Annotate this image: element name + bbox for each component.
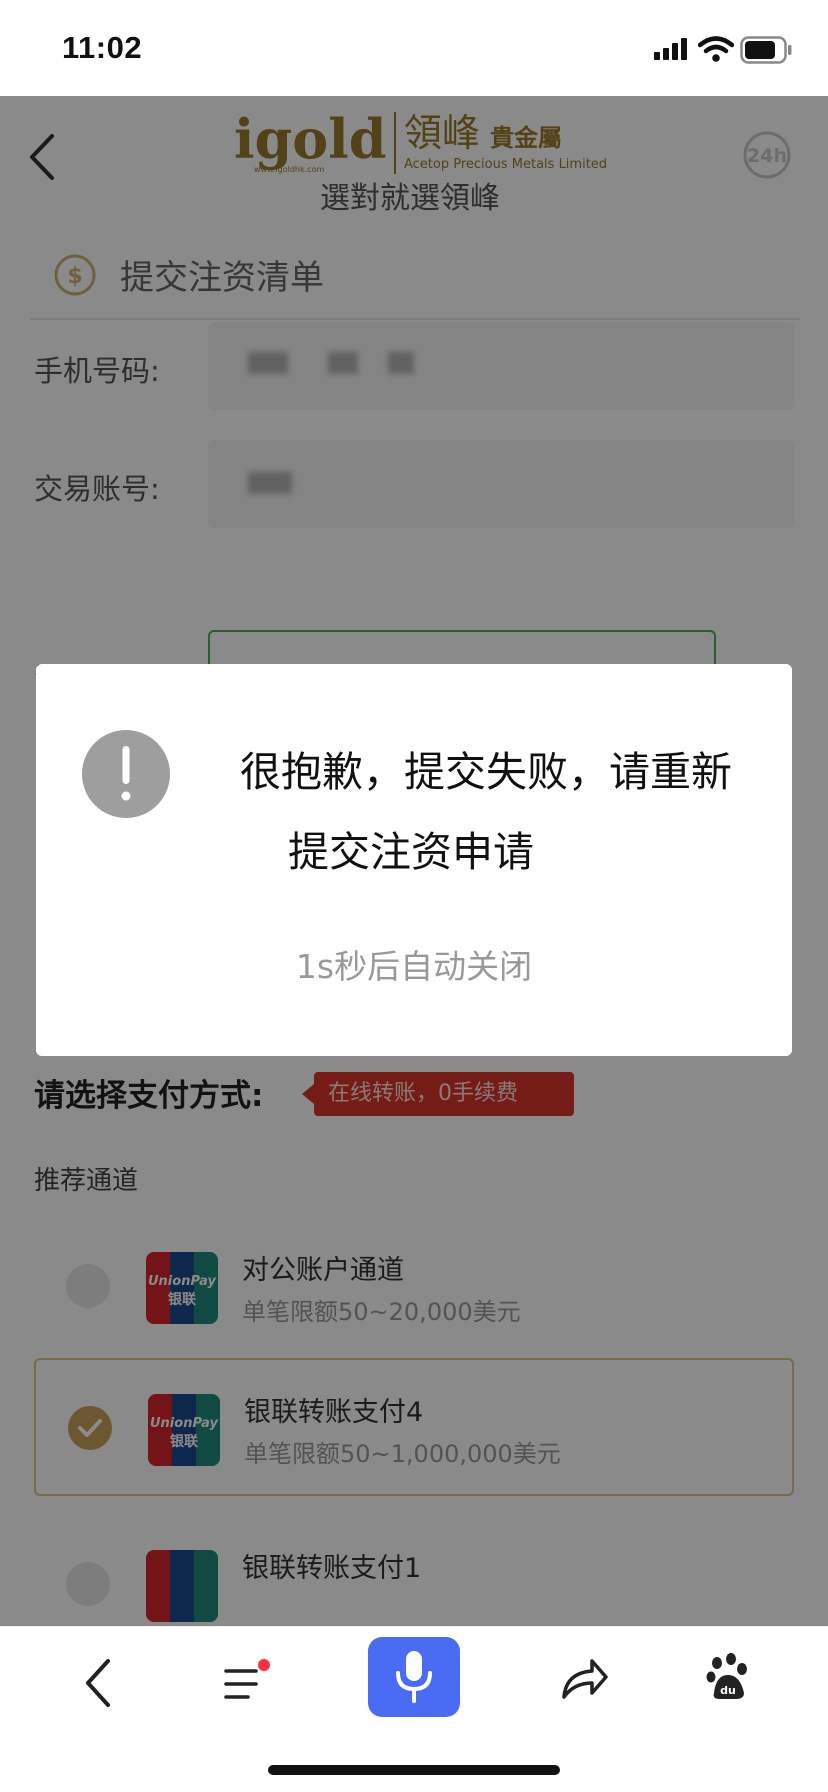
baidu-paw-icon[interactable]: du [706,1653,750,1701]
menu-icon[interactable] [222,1657,274,1707]
mic-icon[interactable] [368,1637,460,1717]
wifi-icon [698,36,734,62]
error-dialog: 很抱歉，提交失败，请重新 提交注资申请 1s秒后自动关闭 [36,664,792,1056]
auto-close-text: 1s秒后自动关闭 [295,947,533,986]
back-icon[interactable] [78,1655,118,1711]
exclamation-icon [82,730,170,818]
share-icon[interactable] [560,1655,610,1703]
status-bar: 11:02 [0,0,828,96]
svg-text:du: du [720,1684,736,1697]
error-message-line1: 很抱歉，提交失败，请重新 [240,748,732,796]
status-time: 11:02 [62,30,143,65]
error-message-line2: 提交注资申请 [288,828,534,876]
notification-dot-icon [258,1659,270,1671]
signal-icon [654,38,687,60]
browser-toolbar: du [0,1626,828,1792]
battery-icon [740,36,792,64]
error-message: 很抱歉，提交失败，请重新 提交注资申请 [186,732,786,892]
home-indicator[interactable] [268,1765,560,1775]
